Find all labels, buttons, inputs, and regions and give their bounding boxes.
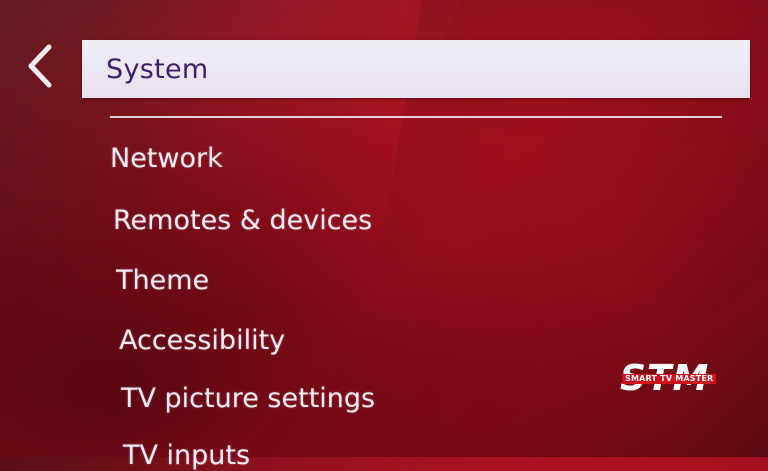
menu-item-theme[interactable]: Theme <box>116 265 209 296</box>
menu-item-tv-picture-settings[interactable]: TV picture settings <box>121 383 375 414</box>
menu-item-remotes-devices[interactable]: Remotes & devices <box>113 205 372 236</box>
menu-item-network[interactable]: Network <box>110 143 223 174</box>
watermark-logo: STM SMART TV MASTER <box>620 358 724 402</box>
menu-item-tv-inputs[interactable]: TV inputs <box>123 440 250 471</box>
menu-item-accessibility[interactable]: Accessibility <box>119 325 285 356</box>
logo-small-text: SMART TV MASTER <box>622 374 717 384</box>
